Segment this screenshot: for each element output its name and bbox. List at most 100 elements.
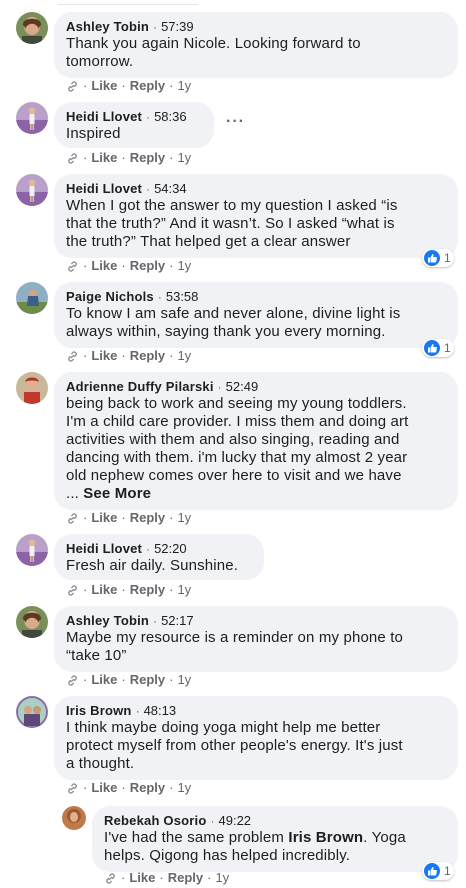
avatar[interactable]	[16, 534, 48, 566]
more-horizontal-icon[interactable]: ···	[226, 113, 245, 131]
link-icon[interactable]	[66, 674, 79, 687]
comment-age[interactable]: 1y	[177, 582, 191, 598]
comment-text: Inspired	[66, 125, 121, 142]
like-button[interactable]: Like	[91, 150, 117, 166]
comment-age[interactable]: 1y	[215, 870, 229, 886]
reaction-count[interactable]: 1	[422, 862, 454, 880]
comment-timestamp[interactable]: 52:17	[161, 613, 194, 628]
comment-age[interactable]: 1y	[177, 150, 191, 166]
comment-bubble: Adrienne Duffy Pilarski · 52:49 being back…	[54, 372, 458, 510]
reply-button[interactable]: Reply	[168, 870, 203, 886]
avatar[interactable]	[16, 12, 48, 44]
comment-actions: · Like · Reply · 1y	[66, 78, 191, 94]
see-more-link[interactable]: See More	[83, 485, 151, 502]
comment-age[interactable]: 1y	[177, 780, 191, 796]
reply-button[interactable]: Reply	[130, 582, 165, 598]
link-icon[interactable]	[66, 152, 79, 165]
comment-age[interactable]: 1y	[177, 258, 191, 274]
comment-timestamp[interactable]: 52:49	[226, 379, 259, 394]
separator-dot: ·	[146, 110, 151, 124]
reply-button[interactable]: Reply	[130, 78, 165, 94]
comment-author[interactable]: Ashley Tobin	[66, 19, 149, 34]
reply-button[interactable]: Reply	[130, 258, 165, 274]
reply-button[interactable]: Reply	[130, 780, 165, 796]
comment-timestamp[interactable]: 58:36	[154, 109, 187, 124]
comment-text: Fresh air daily. Sunshine.	[66, 557, 239, 574]
comment-bubble: Heidi Llovet · 52:20 Fresh air daily. Suns…	[54, 534, 264, 580]
comment-text: I think maybe doing yoga might help me b…	[66, 719, 403, 772]
link-icon[interactable]	[66, 584, 79, 597]
reply-button[interactable]: Reply	[130, 150, 165, 166]
separator-dot: ·	[210, 814, 215, 828]
comment-timestamp[interactable]: 48:13	[144, 703, 177, 718]
link-icon[interactable]	[66, 350, 79, 363]
comment-timestamp[interactable]: 57:39	[161, 19, 194, 34]
reply-button[interactable]: Reply	[130, 510, 165, 526]
like-button[interactable]: Like	[91, 348, 117, 364]
avatar[interactable]	[16, 696, 48, 728]
avatar[interactable]	[16, 372, 48, 404]
avatar[interactable]	[16, 174, 48, 206]
comment-author[interactable]: Iris Brown	[66, 703, 132, 718]
link-icon[interactable]	[66, 80, 79, 93]
like-button[interactable]: Like	[129, 870, 155, 886]
comment-age[interactable]: 1y	[177, 672, 191, 688]
like-button[interactable]: Like	[91, 78, 117, 94]
avatar[interactable]	[16, 282, 48, 314]
mention-link[interactable]: Iris Brown	[288, 829, 363, 846]
separator-dot: ·	[146, 542, 151, 556]
comment-bubble: Heidi Llovet · 54:34 When I got the answer…	[54, 174, 458, 258]
comment-actions: · Like · Reply · 1y	[66, 510, 191, 526]
like-button[interactable]: Like	[91, 780, 117, 796]
like-button[interactable]: Like	[91, 258, 117, 274]
separator-dot: ·	[157, 290, 162, 304]
comment-actions: · Like · Reply · 1y	[66, 672, 191, 688]
separator-dot: ·	[153, 614, 158, 628]
link-icon[interactable]	[66, 260, 79, 273]
link-icon[interactable]	[66, 512, 79, 525]
separator-dot: ·	[217, 380, 222, 394]
comment-actions: · Like · Reply · 1y	[66, 258, 191, 274]
like-reaction-icon	[424, 863, 440, 879]
comment-actions: · Like · Reply · 1y	[66, 780, 191, 796]
reply-button[interactable]: Reply	[130, 348, 165, 364]
separator-dot: ·	[146, 182, 151, 196]
comment-timestamp[interactable]: 49:22	[219, 813, 252, 828]
avatar[interactable]	[62, 806, 86, 830]
comment-timestamp[interactable]: 52:20	[154, 541, 187, 556]
comment-age[interactable]: 1y	[177, 510, 191, 526]
comment-text: being back to work and seeing my young t…	[66, 395, 409, 502]
comment-author[interactable]: Rebekah Osorio	[104, 813, 207, 828]
comment-author[interactable]: Heidi Llovet	[66, 181, 142, 196]
comment-age[interactable]: 1y	[177, 348, 191, 364]
reaction-count[interactable]: 1	[422, 339, 454, 357]
link-icon[interactable]	[66, 782, 79, 795]
comment-text: Thank you again Nicole. Looking forward …	[66, 35, 361, 70]
comment-actions: · Like · Reply · 1y	[66, 150, 191, 166]
avatar[interactable]	[16, 102, 48, 134]
comment-actions: · Like · Reply · 1y	[66, 348, 191, 364]
comment-author[interactable]: Paige Nichols	[66, 289, 154, 304]
separator-dot: ·	[135, 704, 140, 718]
reaction-count[interactable]: 1	[422, 249, 454, 267]
comment-text: Maybe my resource is a reminder on my ph…	[66, 629, 404, 664]
link-icon[interactable]	[104, 872, 117, 885]
comment-author[interactable]: Ashley Tobin	[66, 613, 149, 628]
avatar[interactable]	[16, 606, 48, 638]
comment-age[interactable]: 1y	[177, 78, 191, 94]
separator-dot: ·	[153, 20, 158, 34]
like-button[interactable]: Like	[91, 510, 117, 526]
comment-author[interactable]: Heidi Llovet	[66, 541, 142, 556]
comment-timestamp[interactable]: 54:34	[154, 181, 187, 196]
like-button[interactable]: Like	[91, 582, 117, 598]
comment-text: I've had the same problem Iris Brown. Yo…	[104, 829, 406, 864]
comment-text: When I got the answer to my question I a…	[66, 197, 398, 250]
comment-text: To know I am safe and never alone, divin…	[66, 305, 401, 340]
comment-author[interactable]: Adrienne Duffy Pilarski	[66, 379, 214, 394]
comment-timestamp[interactable]: 53:58	[166, 289, 199, 304]
like-button[interactable]: Like	[91, 672, 117, 688]
reply-button[interactable]: Reply	[130, 672, 165, 688]
like-reaction-icon	[424, 340, 440, 356]
comment-bubble: Ashley Tobin · 57:39 Thank you again Nicol…	[54, 12, 458, 78]
comment-author[interactable]: Heidi Llovet	[66, 109, 142, 124]
